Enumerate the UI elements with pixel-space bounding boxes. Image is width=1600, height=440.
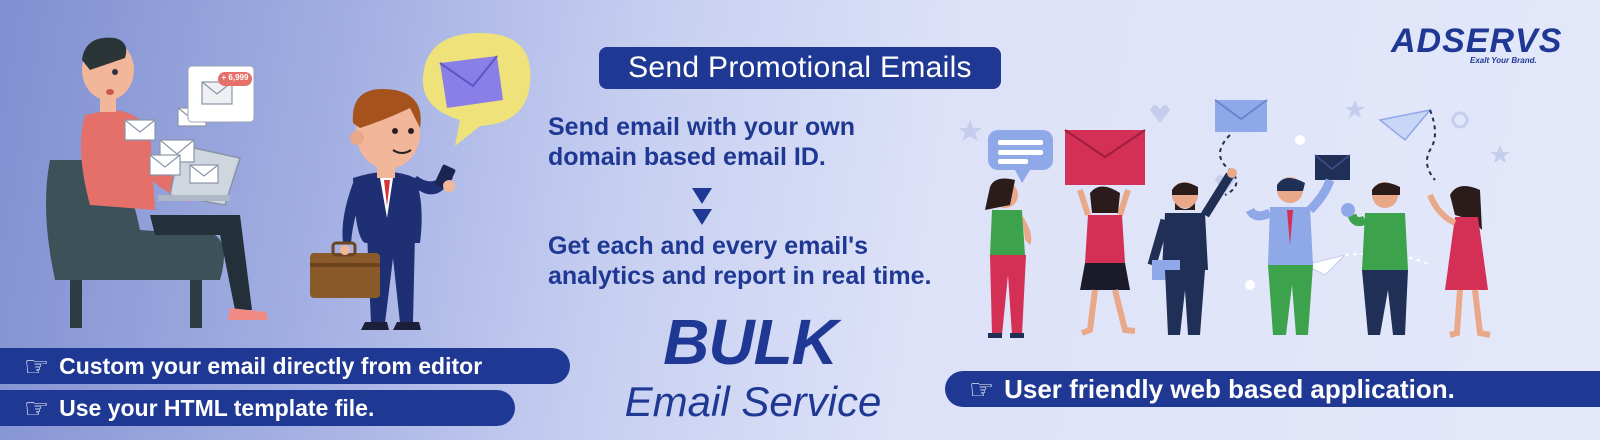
- illustration-people-group: [960, 99, 1510, 338]
- feature-pill-label: User friendly web based application.: [1004, 373, 1455, 404]
- title-bulk: BULK: [663, 306, 838, 378]
- feature-text-line: Get each and every email's: [548, 232, 869, 260]
- paper-plane-icon: [1378, 108, 1436, 181]
- illustration-businessman: [310, 33, 531, 330]
- feature-text-line: analytics and report in real time.: [548, 262, 932, 290]
- pointing-hand-icon: ☞: [24, 392, 50, 424]
- feature-pill-html-template: ☞ Use your HTML template file.: [0, 390, 515, 426]
- notification-badge: + 6,999: [221, 73, 249, 82]
- feature-pill-web-app: ☞ User friendly web based application.: [945, 371, 1600, 407]
- feature-pill-editor: ☞ Custom your email directly from editor: [0, 348, 570, 384]
- feature-text-line: domain based email ID.: [548, 143, 826, 171]
- pointing-hand-icon: ☞: [969, 373, 995, 405]
- down-arrow-icon: [692, 188, 712, 204]
- illustration-man-in-chair: [46, 37, 268, 328]
- headline-pill: Send Promotional Emails: [599, 47, 1001, 89]
- bulk-email-banner: + 6,999 Send Promotional Emails Send ema…: [0, 0, 1600, 440]
- pointing-hand-icon: ☞: [24, 350, 50, 382]
- title-email-service: Email Service: [624, 378, 882, 425]
- down-arrow-icon: [692, 209, 712, 225]
- envelope-icon: [439, 55, 503, 108]
- feature-pill-label: Use your HTML template file.: [59, 394, 375, 421]
- chat-bubble-icon: [988, 130, 1053, 183]
- feature-pill-label: Custom your email directly from editor: [59, 352, 483, 379]
- feature-text-analytics: Get each and every email's analytics and…: [548, 231, 931, 291]
- logo-tagline: Exalt Your Brand.: [1470, 56, 1537, 65]
- feature-text-domain: Send email with your own domain based em…: [548, 112, 855, 172]
- feature-text-line: Send email with your own: [548, 113, 855, 141]
